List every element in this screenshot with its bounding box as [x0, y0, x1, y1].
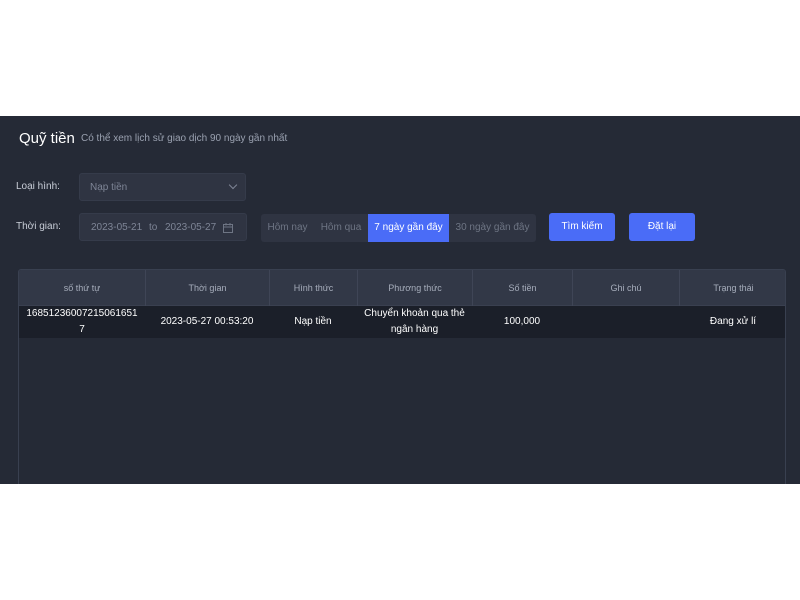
type-select-value: Nạp tiền	[90, 182, 128, 193]
type-label: Loại hình:	[16, 181, 60, 192]
reset-button[interactable]: Đặt lại	[629, 213, 695, 241]
chevron-down-icon	[228, 180, 238, 190]
col-header-id: số thứ tự	[63, 283, 101, 293]
range-last-7-days[interactable]: 7 ngày gần đây	[368, 214, 449, 242]
col-header-status: Trạng thái	[679, 270, 785, 306]
quick-range-group: Hôm nay Hôm qua 7 ngày gần đây 30 ngày g…	[261, 214, 536, 242]
page-subtitle: Có thể xem lịch sử giao dịch 90 ngày gần…	[81, 133, 288, 144]
col-header-time: Thời gian	[145, 270, 269, 306]
col-header-note: Ghi chú	[572, 270, 679, 306]
date-end[interactable]: 2023-05-27	[165, 222, 216, 233]
cell-amount: 100,000	[503, 316, 541, 327]
range-yesterday[interactable]: Hôm qua	[314, 214, 368, 242]
cell-id: 168512360072150616517	[26, 308, 138, 335]
range-today[interactable]: Hôm nay	[261, 214, 314, 242]
col-header-amount: Số tiền	[472, 270, 572, 306]
date-start[interactable]: 2023-05-21	[91, 222, 142, 233]
calendar-icon	[223, 223, 233, 233]
time-label: Thời gian:	[16, 221, 61, 232]
type-select[interactable]: Nạp tiền	[79, 173, 246, 201]
cell-type: Nạp tiền	[294, 316, 332, 327]
table-row[interactable]: 168512360072150616517 2023-05-27 00:53:2…	[19, 306, 785, 338]
col-header-type: Hình thức	[269, 270, 357, 306]
cell-time: 2023-05-27 00:53:20	[160, 316, 254, 327]
fund-panel: Quỹ tiền Có thể xem lịch sử giao dịch 90…	[0, 116, 800, 484]
date-range-picker[interactable]: 2023-05-21 to 2023-05-27	[79, 213, 247, 241]
cell-method: Chuyển khoản qua thẻ ngân hàng	[364, 308, 465, 335]
cell-status: Đang xử lí	[709, 316, 757, 327]
col-header-method: Phương thức	[357, 270, 472, 306]
cell-note	[572, 306, 679, 338]
date-separator: to	[149, 222, 158, 233]
table-header: số thứ tự Thời gian Hình thức Phương thứ…	[19, 270, 785, 306]
search-button[interactable]: Tìm kiếm	[549, 213, 615, 241]
range-last-30-days[interactable]: 30 ngày gần đây	[449, 214, 536, 242]
transactions-table: số thứ tự Thời gian Hình thức Phương thứ…	[18, 269, 786, 484]
page-title: Quỹ tiền	[19, 130, 75, 147]
